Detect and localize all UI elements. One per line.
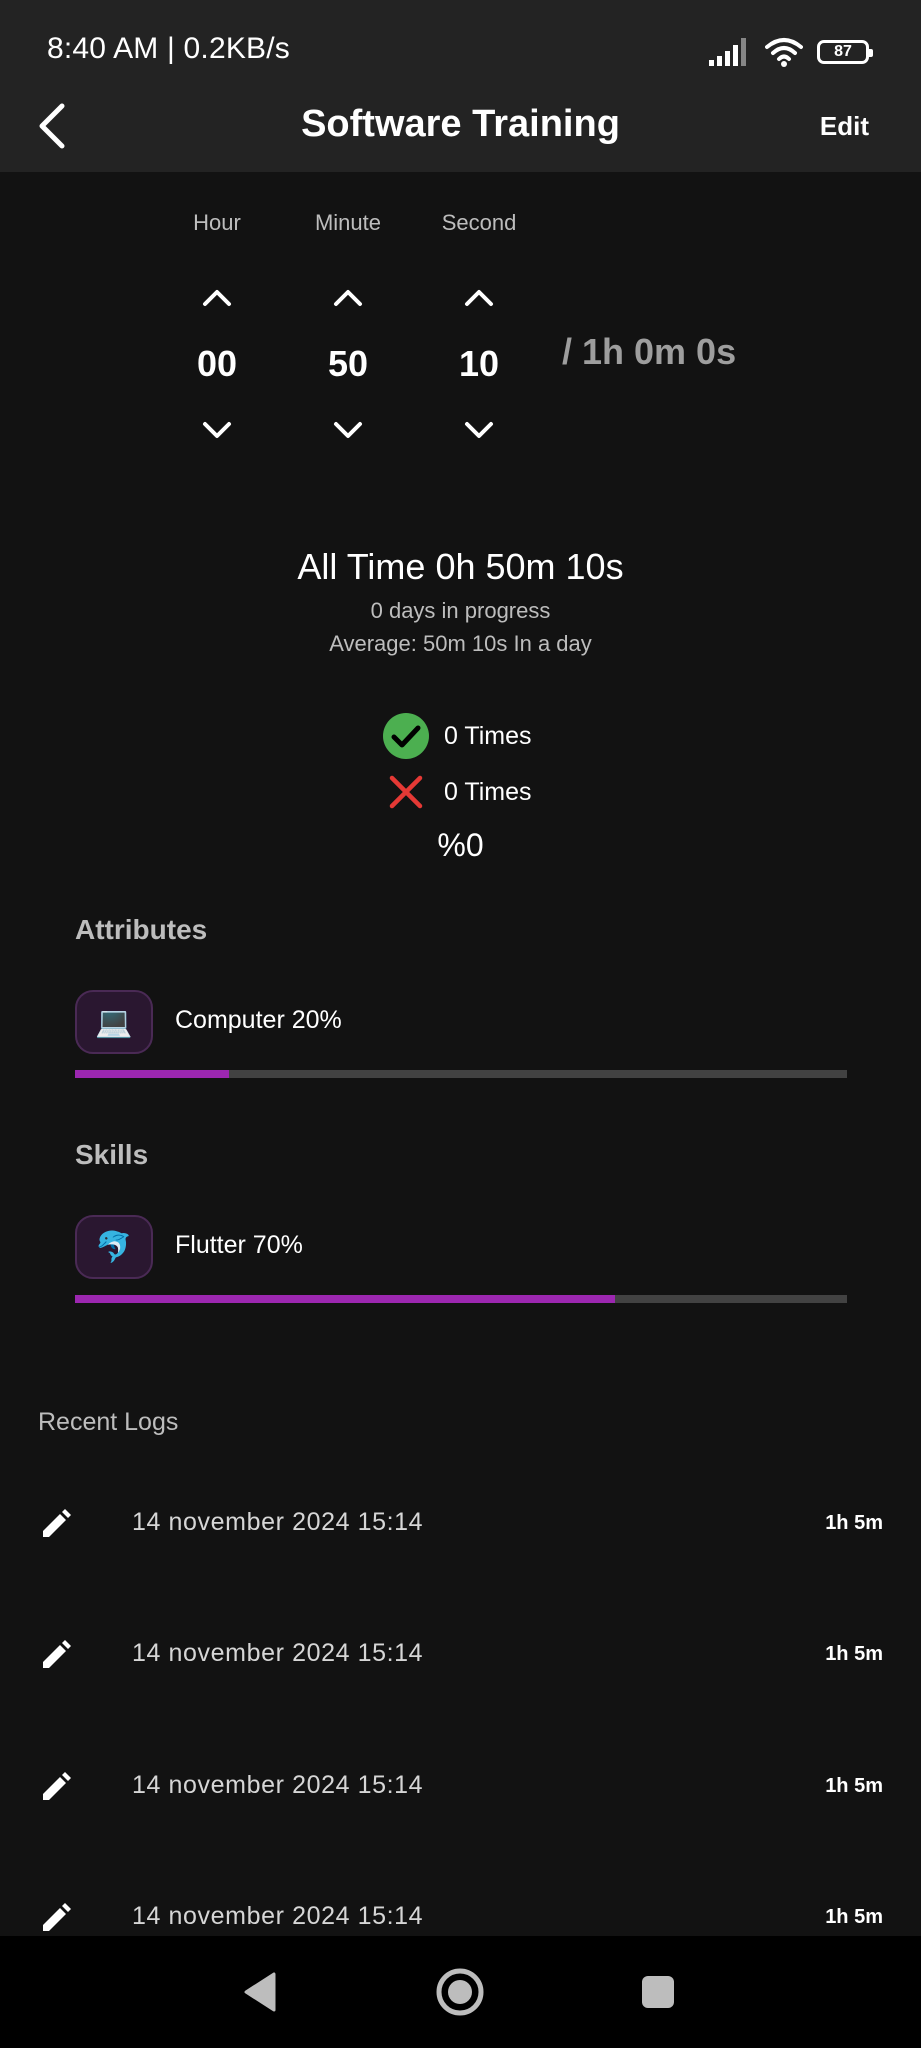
skills-title: Skills: [75, 1139, 149, 1170]
days-in-progress: 0 days in progress: [370, 598, 551, 623]
skill-progress-bar: [75, 1295, 847, 1303]
log-duration: 1h 5m: [825, 1775, 883, 1797]
log-row[interactable]: 14 november 2024 15:14 1h 5m: [0, 1751, 921, 1821]
fail-count: 0 Times: [444, 777, 532, 806]
status-icons: 87: [709, 36, 873, 68]
minute-increment-button[interactable]: [328, 278, 368, 318]
pencil-icon[interactable]: [38, 1902, 72, 1936]
all-time-total: All Time 0h 50m 10s: [297, 546, 624, 587]
second-picker: Second 10: [424, 210, 534, 450]
pencil-icon[interactable]: [38, 1508, 72, 1542]
minute-picker: Minute 50: [293, 210, 403, 450]
log-duration: 1h 5m: [825, 1906, 883, 1928]
log-date: 14 november 2024 15:14: [132, 1902, 424, 1930]
edit-button[interactable]: Edit: [820, 111, 869, 142]
laptop-icon: 💻: [75, 990, 153, 1054]
hour-picker: Hour 00: [162, 210, 272, 450]
second-decrement-button[interactable]: [459, 410, 499, 450]
second-increment-button[interactable]: [459, 278, 499, 318]
log-date: 14 november 2024 15:14: [132, 1771, 424, 1799]
log-row[interactable]: 14 november 2024 15:14 1h 5m: [0, 1488, 921, 1558]
square-recents-icon: [642, 1976, 674, 2008]
circle-home-icon: [436, 1968, 484, 2016]
skill-label: Flutter 70%: [175, 1231, 303, 1259]
attributes-title: Attributes: [75, 914, 208, 945]
attribute-item[interactable]: 💻 Computer 20%: [75, 990, 847, 1080]
skill-item[interactable]: 🐬 Flutter 70%: [75, 1215, 847, 1305]
wifi-icon: [765, 38, 803, 67]
fail-count-row: 0 Times: [382, 768, 532, 816]
log-date: 14 november 2024 15:14: [132, 1639, 424, 1667]
success-count-row: 0 Times: [382, 712, 532, 760]
attribute-label: Computer 20%: [175, 1006, 342, 1034]
nav-back-button[interactable]: [228, 1960, 292, 2024]
attribute-progress-fill: [75, 1070, 230, 1078]
screen: 8:40 AM | 0.2KB/s 87 Software Training E…: [0, 0, 921, 2048]
triangle-back-icon: [244, 1972, 276, 2012]
hour-label: Hour: [193, 210, 241, 235]
hour-value[interactable]: 00: [162, 332, 272, 396]
success-count: 0 Times: [444, 721, 532, 750]
system-navigation-bar: [0, 1936, 921, 2048]
dolphin-icon: 🐬: [75, 1215, 153, 1279]
attribute-progress-bar: [75, 1070, 847, 1078]
second-label: Second: [441, 210, 517, 235]
minute-label: Minute: [314, 210, 382, 235]
pencil-icon[interactable]: [38, 1639, 72, 1673]
hour-increment-button[interactable]: [197, 278, 237, 318]
second-value[interactable]: 10: [424, 332, 534, 396]
nav-recents-button[interactable]: [626, 1960, 690, 2024]
minute-value[interactable]: 50: [293, 332, 403, 396]
nav-home-button[interactable]: [428, 1960, 492, 2024]
signal-icon: [709, 38, 746, 66]
hour-decrement-button[interactable]: [197, 410, 237, 450]
target-duration: / 1h 0m 0s: [562, 331, 737, 372]
close-icon: [389, 775, 423, 809]
recent-logs-title: Recent Logs: [38, 1408, 179, 1436]
skill-progress-fill: [75, 1295, 616, 1303]
log-row[interactable]: 14 november 2024 15:14 1h 5m: [0, 1619, 921, 1689]
minute-decrement-button[interactable]: [328, 410, 368, 450]
status-time: 8:40 AM | 0.2KB/s: [47, 32, 290, 65]
success-percent: %0: [437, 827, 484, 863]
page-title: Software Training: [301, 103, 620, 145]
log-duration: 1h 5m: [825, 1643, 883, 1665]
log-duration: 1h 5m: [825, 1512, 883, 1534]
log-date: 14 november 2024 15:14: [132, 1508, 424, 1536]
daily-average: Average: 50m 10s In a day: [329, 631, 592, 656]
check-circle-icon: [383, 713, 429, 759]
battery-icon: 87: [817, 40, 873, 64]
app-bar: 8:40 AM | 0.2KB/s 87 Software Training E…: [0, 0, 921, 172]
pencil-icon[interactable]: [38, 1771, 72, 1805]
